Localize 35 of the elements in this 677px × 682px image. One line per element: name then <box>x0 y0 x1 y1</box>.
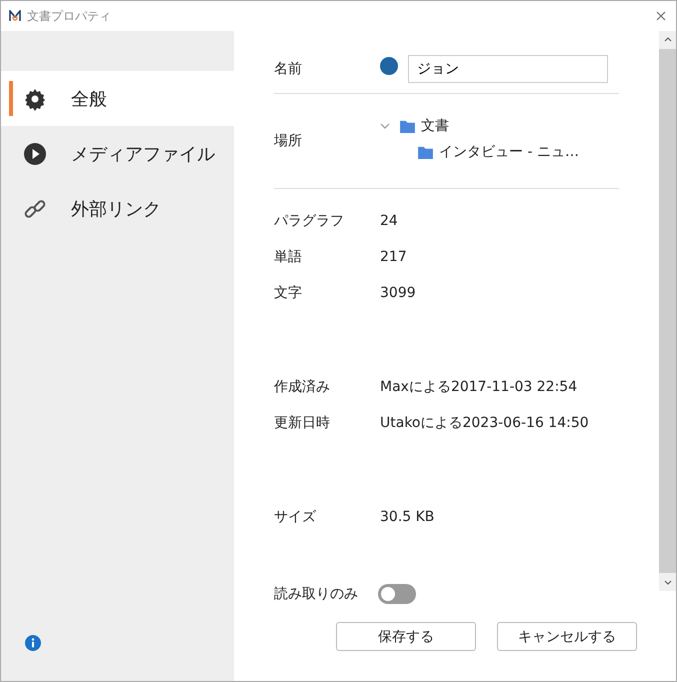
field-label: 文字 <box>274 284 303 302</box>
tree-item[interactable]: インタビュー - ニュ… <box>418 143 579 161</box>
field-label: パラグラフ <box>274 212 345 230</box>
field-label: 名前 <box>274 60 303 78</box>
folder-icon <box>400 120 415 132</box>
field-value: 3099 <box>380 285 416 301</box>
tree-item[interactable]: 文書 <box>380 117 579 135</box>
field-value: 30.5 KB <box>380 509 434 525</box>
field-value: 24 <box>380 213 398 229</box>
field-label: 作成済み <box>274 378 331 396</box>
scrollbar-thumb[interactable] <box>659 49 676 573</box>
name-field[interactable]: ジョン <box>408 55 608 83</box>
field-label: 更新日時 <box>274 414 331 432</box>
info-icon[interactable] <box>25 635 41 651</box>
sidebar-item[interactable]: メディアファイル <box>1 126 234 181</box>
cancel-button[interactable]: キャンセルする <box>497 622 637 651</box>
close-icon[interactable] <box>656 11 666 21</box>
play-icon <box>23 142 47 166</box>
field-value: 217 <box>380 249 407 265</box>
field-value: Utakoによる2023-06-16 14:50 <box>380 414 589 432</box>
window-title: 文書プロパティ <box>27 8 111 24</box>
folder-icon <box>418 146 433 158</box>
field-label: サイズ <box>274 508 317 526</box>
app-logo-icon <box>9 10 21 22</box>
color-dot[interactable] <box>380 57 398 75</box>
chevron-icon[interactable] <box>380 121 390 131</box>
field-label: 読み取りのみ <box>274 585 359 603</box>
readonly-toggle[interactable] <box>378 584 416 604</box>
field-label: 単語 <box>274 248 303 266</box>
save-button[interactable]: 保存する <box>336 622 476 651</box>
sidebar-item[interactable]: 外部リンク <box>1 181 234 236</box>
gear-icon <box>23 86 47 110</box>
sidebar-item[interactable]: 全般 <box>1 71 234 126</box>
field-label: 場所 <box>274 132 303 150</box>
field-value: Maxによる2017-11-03 22:54 <box>380 378 578 396</box>
